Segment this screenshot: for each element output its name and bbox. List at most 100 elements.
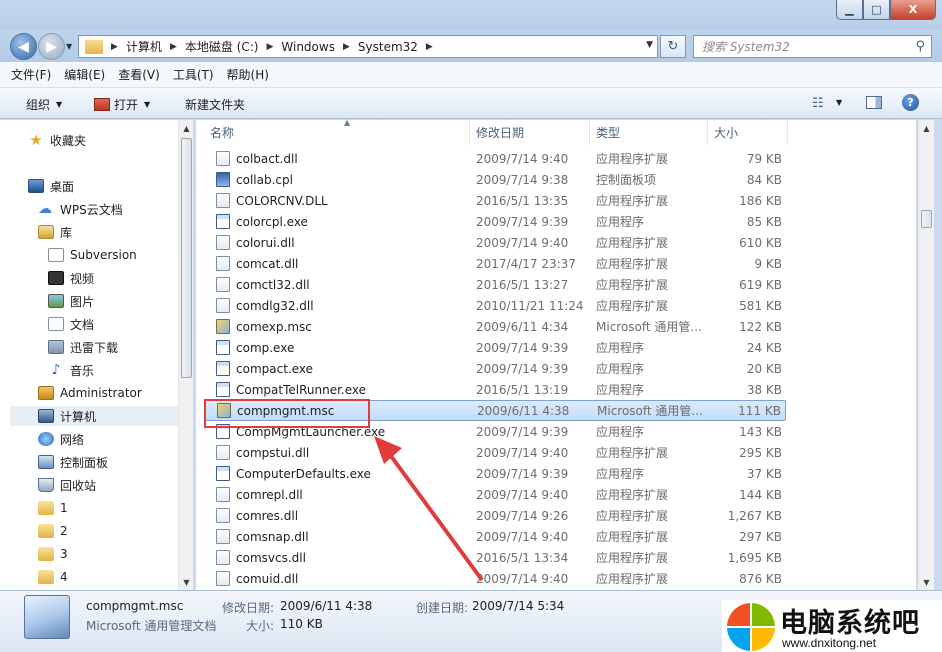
scroll-down-arrow-icon[interactable]: ▼ xyxy=(179,574,194,590)
dll-file-icon xyxy=(216,508,230,523)
file-date: 2017/4/17 23:37 xyxy=(476,256,576,271)
nav-documents[interactable]: 文档 xyxy=(48,314,94,334)
organize-button[interactable]: 组织 ▼ xyxy=(26,96,62,113)
nav-libraries[interactable]: 库 xyxy=(38,222,72,242)
column-header-type[interactable]: 类型 xyxy=(590,120,708,145)
recent-pages-dropdown[interactable]: ▼ xyxy=(66,42,72,51)
nav-music[interactable]: ♪ 音乐 xyxy=(48,360,94,380)
column-header-date[interactable]: 修改日期 xyxy=(470,120,590,145)
breadcrumb-separator[interactable]: ▶ xyxy=(107,42,122,52)
file-name-cell: comp.exe xyxy=(216,340,294,355)
folder-icon xyxy=(85,39,103,54)
scroll-up-arrow-icon[interactable]: ▲ xyxy=(179,120,194,136)
nav-pictures[interactable]: 图片 xyxy=(48,291,94,311)
file-row[interactable]: COLORCNV.DLL 2016/5/1 13:35 应用程序扩展 186 KB xyxy=(204,190,786,211)
exe-file-icon xyxy=(216,382,230,397)
breadcrumb-system32[interactable]: System32 xyxy=(354,40,422,54)
nav-recycle-bin[interactable]: 回收站 xyxy=(38,475,96,495)
menu-edit[interactable]: 编辑(E) xyxy=(64,66,105,83)
nav-favorites[interactable]: ★ 收藏夹 xyxy=(28,130,86,150)
file-name: comrepl.dll xyxy=(236,487,303,502)
details-filetype: Microsoft 通用管理文档 xyxy=(86,619,217,633)
file-row[interactable]: comdlg32.dll 2010/11/21 11:24 应用程序扩展 581 KB xyxy=(204,295,786,316)
file-size: 295 KB xyxy=(739,445,782,460)
maximize-button[interactable]: □ xyxy=(863,0,890,20)
file-row[interactable]: comp.exe 2009/7/14 9:39 应用程序 24 KB xyxy=(204,337,786,358)
minimize-button[interactable]: ▁ xyxy=(836,0,863,20)
file-row[interactable]: colorui.dll 2009/7/14 9:40 应用程序扩展 610 KB xyxy=(204,232,786,253)
nav-desktop[interactable]: 桌面 xyxy=(28,176,74,196)
file-row[interactable]: colbact.dll 2009/7/14 9:40 应用程序扩展 79 KB xyxy=(204,148,786,169)
back-button[interactable]: ◀ xyxy=(10,33,37,60)
file-row[interactable]: collab.cpl 2009/7/14 9:38 控制面板项 84 KB xyxy=(204,169,786,190)
address-bar[interactable]: ▶ 计算机 ▶ 本地磁盘 (C:) ▶ Windows ▶ System32 ▶… xyxy=(78,35,658,58)
refresh-button[interactable]: ↻ xyxy=(660,35,686,58)
nav-scrollbar[interactable]: ▲ ▼ xyxy=(178,120,193,590)
menu-tools[interactable]: 工具(T) xyxy=(173,66,214,83)
search-input[interactable]: 搜索 System32 ⚲ xyxy=(693,35,932,58)
column-header-name[interactable]: 名称 ▲ xyxy=(204,118,470,145)
search-icon[interactable]: ⚲ xyxy=(915,39,925,54)
nav-label: 回收站 xyxy=(60,478,97,493)
file-row[interactable]: comctl32.dll 2016/5/1 13:27 应用程序扩展 619 KB xyxy=(204,274,786,295)
breadcrumb-local-disk[interactable]: 本地磁盘 (C:) xyxy=(181,38,263,55)
menu-bar: 文件(F) 编辑(E) 查看(V) 工具(T) 帮助(H) xyxy=(0,62,942,88)
file-type: 应用程序 xyxy=(596,362,645,376)
open-button[interactable]: 打开 ▼ xyxy=(94,96,150,113)
breadcrumb-separator[interactable]: ▶ xyxy=(422,42,437,52)
close-button[interactable]: X xyxy=(890,0,936,20)
scroll-up-arrow-icon[interactable]: ▲ xyxy=(919,120,934,136)
file-name: ComputerDefaults.exe xyxy=(236,466,371,481)
nav-wps-cloud[interactable]: ☁ WPS云文档 xyxy=(38,199,123,219)
file-name-cell: comrepl.dll xyxy=(216,487,303,502)
nav-administrator[interactable]: Administrator xyxy=(38,383,142,403)
scroll-thumb[interactable] xyxy=(181,138,192,378)
breadcrumb-windows[interactable]: Windows xyxy=(277,40,339,54)
file-row[interactable]: comexp.msc 2009/6/11 4:34 Microsoft 通用管...… xyxy=(204,316,786,337)
breadcrumb-computer[interactable]: 计算机 xyxy=(122,38,166,55)
file-name-cell: colbact.dll xyxy=(216,151,298,166)
help-icon[interactable]: ? xyxy=(902,94,919,111)
details-modified-label: 修改日期: xyxy=(222,601,275,615)
nav-folder-3[interactable]: 3 xyxy=(38,544,68,564)
nav-network[interactable]: 网络 xyxy=(38,429,84,449)
new-folder-button[interactable]: 新建文件夹 xyxy=(185,96,245,113)
details-modified-value: 2009/6/11 4:38 xyxy=(280,599,373,613)
file-type: 应用程序扩展 xyxy=(596,446,669,460)
nav-control-panel[interactable]: 控制面板 xyxy=(38,452,108,472)
file-row[interactable]: CompatTelRunner.exe 2016/5/1 13:19 应用程序 38 … xyxy=(204,379,786,400)
breadcrumb-separator[interactable]: ▶ xyxy=(339,42,354,52)
view-options-icon[interactable]: ☷ xyxy=(812,96,824,111)
address-dropdown[interactable]: ▼ xyxy=(646,40,653,50)
file-list-scrollbar[interactable]: ▲ ▼ xyxy=(918,120,934,590)
nav-thunder-downloads[interactable]: 迅雷下载 xyxy=(48,337,118,357)
file-type: 应用程序 xyxy=(596,383,645,397)
breadcrumb-separator[interactable]: ▶ xyxy=(262,42,277,52)
file-row[interactable]: compact.exe 2009/7/14 9:39 应用程序 20 KB xyxy=(204,358,786,379)
nav-videos[interactable]: 视频 xyxy=(48,268,94,288)
file-name-cell: colorui.dll xyxy=(216,235,295,250)
file-size: 85 KB xyxy=(746,214,782,229)
file-row[interactable]: comcat.dll 2017/4/17 23:37 应用程序扩展 9 KB xyxy=(204,253,786,274)
column-header-size[interactable]: 大小 xyxy=(708,120,788,145)
nav-folder-1[interactable]: 1 xyxy=(38,498,68,518)
file-name: COLORCNV.DLL xyxy=(236,193,328,208)
view-dropdown[interactable]: ▼ xyxy=(836,98,842,107)
breadcrumb-separator[interactable]: ▶ xyxy=(166,42,181,52)
nav-label: 3 xyxy=(60,547,68,561)
folder-icon xyxy=(38,547,54,561)
menu-help[interactable]: 帮助(H) xyxy=(227,66,269,83)
nav-computer[interactable]: 计算机 xyxy=(10,406,178,426)
menu-file[interactable]: 文件(F) xyxy=(11,66,51,83)
nav-subversion[interactable]: Subversion xyxy=(48,245,137,265)
nav-folder-2[interactable]: 2 xyxy=(38,521,68,541)
menu-view[interactable]: 查看(V) xyxy=(118,66,160,83)
file-row[interactable]: colorcpl.exe 2009/7/14 9:39 应用程序 85 KB xyxy=(204,211,786,232)
forward-button[interactable]: ▶ xyxy=(38,33,65,60)
scroll-thumb[interactable] xyxy=(921,210,932,228)
file-name-cell: comdlg32.dll xyxy=(216,298,314,313)
scroll-down-arrow-icon[interactable]: ▼ xyxy=(919,574,934,590)
nav-folder-4[interactable]: 4 xyxy=(38,567,68,587)
file-name-cell: comsnap.dll xyxy=(216,529,309,544)
preview-pane-icon[interactable] xyxy=(866,96,882,109)
